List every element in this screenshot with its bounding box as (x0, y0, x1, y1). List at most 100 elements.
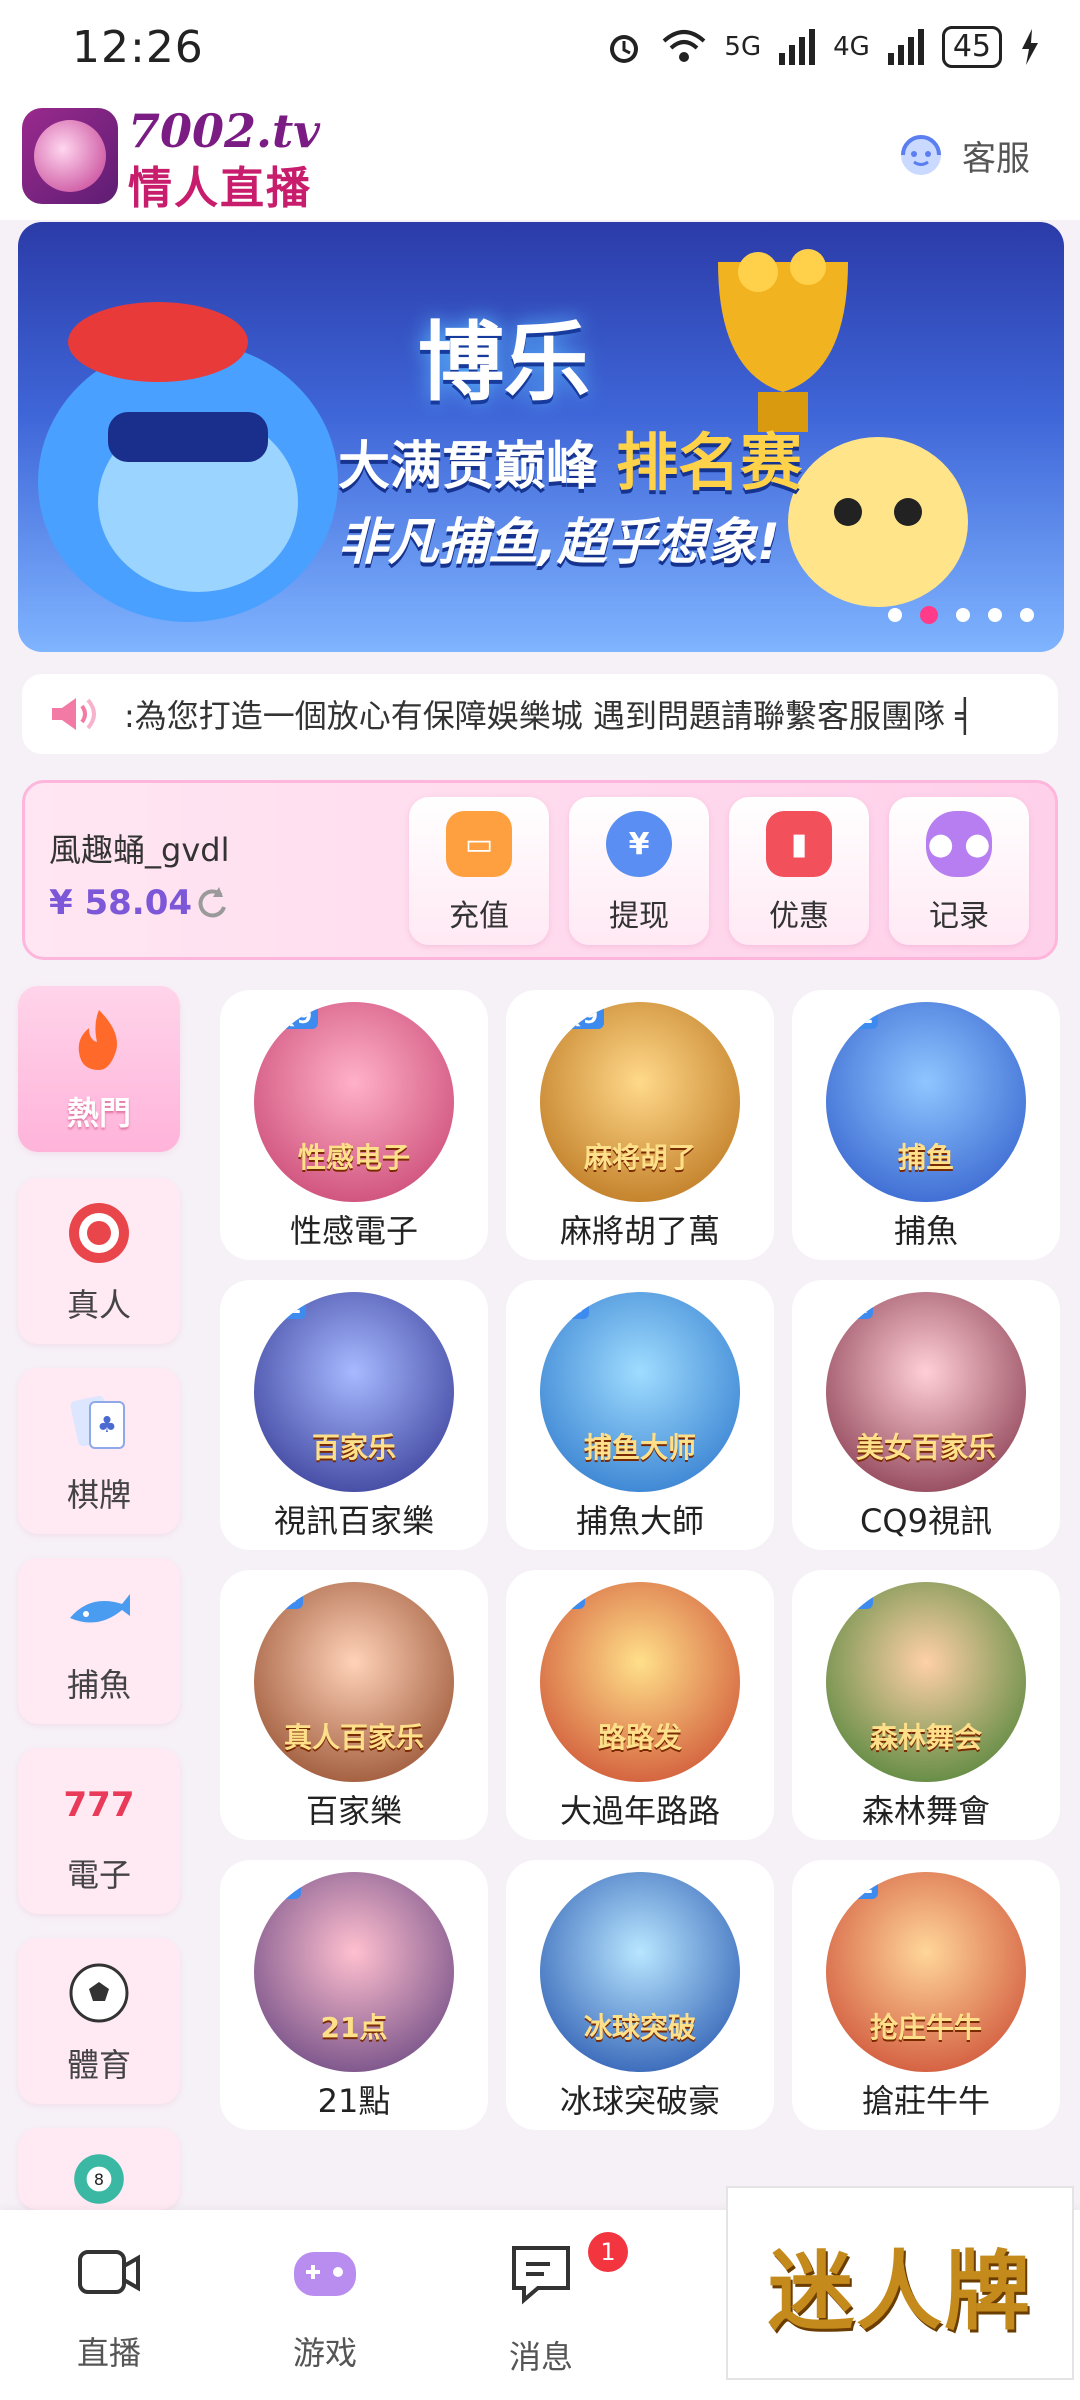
game-card[interactable]: AG 捕鱼大师 捕魚大師 (506, 1280, 774, 1550)
app-logo[interactable] (22, 108, 118, 204)
game-thumbnail-caption: 捕鱼大师 (583, 1431, 696, 1464)
withdraw-label: 提现 (609, 899, 669, 934)
status-time: 12:26 (72, 22, 204, 73)
game-card[interactable]: KY 森林舞会 森林舞會 (792, 1570, 1060, 1840)
floating-ad-text: 迷人牌 (768, 2240, 1032, 2342)
game-thumbnail-caption: 麻将胡了 (583, 1141, 696, 1174)
game-thumbnail-caption: 真人百家乐 (283, 1721, 424, 1754)
carousel-dot[interactable] (988, 608, 1002, 622)
provider-badge: M (542, 1874, 576, 1899)
game-thumbnail: WL 捕鱼 (826, 1002, 1026, 1202)
customer-service-label: 客服 (962, 138, 1030, 179)
gamepad-icon (294, 2252, 356, 2296)
provider-badge: AG (542, 1294, 590, 1319)
game-thumbnail-caption: 美女百家乐 (855, 1431, 996, 1464)
game-card[interactable]: mt 美女百家乐 CQ9視訊 (792, 1280, 1060, 1550)
shark-icon (70, 1594, 130, 1623)
battery-indicator: 45 (941, 26, 1002, 68)
game-name: 視訊百家樂 (273, 1502, 434, 1540)
provider-badge: KY (256, 1874, 301, 1899)
promotions-button[interactable]: ▮ 优惠 (729, 797, 869, 945)
category-slots[interactable]: 777 電子 (18, 1748, 180, 1914)
balance: ¥ 58.04 (49, 883, 193, 923)
carousel-dot[interactable] (888, 608, 902, 622)
game-thumbnail: WL 百家乐 (254, 1292, 454, 1492)
announcement-bar[interactable]: :為您打造一個放心有保障娛樂城 遇到問題請聯繫客服團隊 ╡ (22, 674, 1058, 754)
records-label: 记录 (929, 899, 989, 934)
svg-text:♣: ♣ (97, 1413, 117, 1438)
tab-messages[interactable]: 1 消息 (466, 2232, 628, 2378)
provider-badge: KY (828, 1584, 873, 1609)
game-thumbnail-caption: 抢庄牛牛 (869, 2011, 982, 2044)
banner-headline: 大满贯巅峰 排名赛 (338, 412, 802, 502)
provider-badge: FC (542, 1584, 586, 1609)
game-thumbnail: KY 森林舞会 (826, 1582, 1026, 1782)
network-4g-label: 4G (833, 32, 870, 62)
category-hot[interactable]: 熱門 (18, 986, 180, 1152)
game-thumbnail: AG 捕鱼大师 (540, 1292, 740, 1492)
wallet-icon: ▭ (446, 811, 512, 877)
category-fishing[interactable]: 捕魚 (18, 1558, 180, 1724)
category-live[interactable]: 真人 (18, 1178, 180, 1344)
cards-icon: ♣ (70, 1395, 125, 1449)
game-card[interactable]: WL 百家乐視訊百家樂 (220, 1280, 488, 1550)
provider-badge: WL (828, 1004, 879, 1029)
status-bar: 12:26 5G 4G 45 (0, 0, 1080, 100)
tab-live[interactable]: 直播 (34, 2240, 184, 2374)
provider-badge: AG (256, 1584, 304, 1609)
game-card[interactable]: WL 抢庄牛牛 搶莊牛牛 (792, 1860, 1060, 2130)
provider-badge: WL (256, 1294, 307, 1319)
video-camera-icon (78, 2250, 140, 2294)
game-card[interactable]: WL 捕鱼捕魚 (792, 990, 1060, 1260)
floating-ad[interactable]: 迷人牌 (726, 2186, 1074, 2380)
game-name: 21點 (317, 2082, 391, 2120)
tab-games-label: 游戏 (292, 2334, 357, 2372)
provider-badge: CQ9 (542, 1004, 605, 1029)
category-sports[interactable]: 體育 (18, 1938, 180, 2104)
provider-badge: CQ9 (256, 1004, 319, 1029)
game-name: 捕魚 (893, 1212, 958, 1250)
game-thumbnail: mt 美女百家乐 (826, 1292, 1026, 1492)
alarm-icon (610, 35, 639, 63)
game-card[interactable]: FC 路路发 大過年路路 (506, 1570, 774, 1840)
category-live-label: 真人 (66, 1286, 131, 1324)
game-card[interactable]: CQ9 性感电子 性感電子 (220, 990, 488, 1260)
banner-headline-a: 大满贯巅峰 (338, 437, 599, 497)
game-name: CQ9視訊 (860, 1502, 992, 1540)
svg-text:8: 8 (94, 2170, 104, 2189)
category-cards-label: 棋牌 (66, 1476, 131, 1514)
promo-banner[interactable]: 博乐 大满贯巅峰 排名赛 非凡捕鱼,超乎想象! (18, 222, 1064, 652)
charging-icon (1022, 29, 1038, 65)
ticket-icon: ▮ (766, 811, 832, 877)
tab-games[interactable]: 游戏 (250, 2240, 400, 2374)
carousel-dot[interactable] (1020, 608, 1034, 622)
carousel-dot[interactable] (956, 608, 970, 622)
game-card[interactable]: CQ9 麻将胡了麻將胡了萬 (506, 990, 774, 1260)
recharge-button[interactable]: ▭ 充值 (409, 797, 549, 945)
signal-icon (779, 29, 816, 65)
category-fishing-label: 捕魚 (66, 1666, 131, 1704)
refresh-icon[interactable] (191, 883, 231, 923)
banner-slogan: 非凡捕鱼,超乎想象! (338, 513, 780, 571)
soccer-ball-icon (69, 1963, 129, 2023)
category-lottery[interactable]: 8 (18, 2128, 180, 2210)
promotions-label: 优惠 (769, 899, 829, 934)
game-name: 麻將胡了萬 (559, 1212, 720, 1250)
game-card[interactable]: AG 真人百家乐 百家樂 (220, 1570, 488, 1840)
game-name: 搶莊牛牛 (861, 2082, 990, 2120)
unread-badge: 1 (588, 2232, 628, 2272)
game-thumbnail-caption: 冰球突破 (583, 2011, 696, 2044)
category-cards[interactable]: ♣ 棋牌 (18, 1368, 180, 1534)
carousel-dot[interactable] (920, 606, 938, 624)
game-card[interactable]: KY 21点 21點 (220, 1860, 488, 2130)
game-card[interactable]: M 冰球突破 冰球突破豪 (506, 1860, 774, 2130)
banner-headline-b: 排名赛 (616, 426, 803, 499)
game-thumbnail: KY 21点 (254, 1872, 454, 2072)
customer-service-button[interactable]: 客服 (894, 128, 1030, 182)
speaker-icon (52, 698, 96, 730)
status-icons: 5G 4G 45 (604, 26, 1040, 68)
records-button[interactable]: ● ● 记录 (889, 797, 1029, 945)
withdraw-button[interactable]: ¥ 提现 (569, 797, 709, 945)
carousel-indicator[interactable] (888, 606, 1034, 624)
brand-subtitle: 情人直播 (128, 163, 312, 214)
